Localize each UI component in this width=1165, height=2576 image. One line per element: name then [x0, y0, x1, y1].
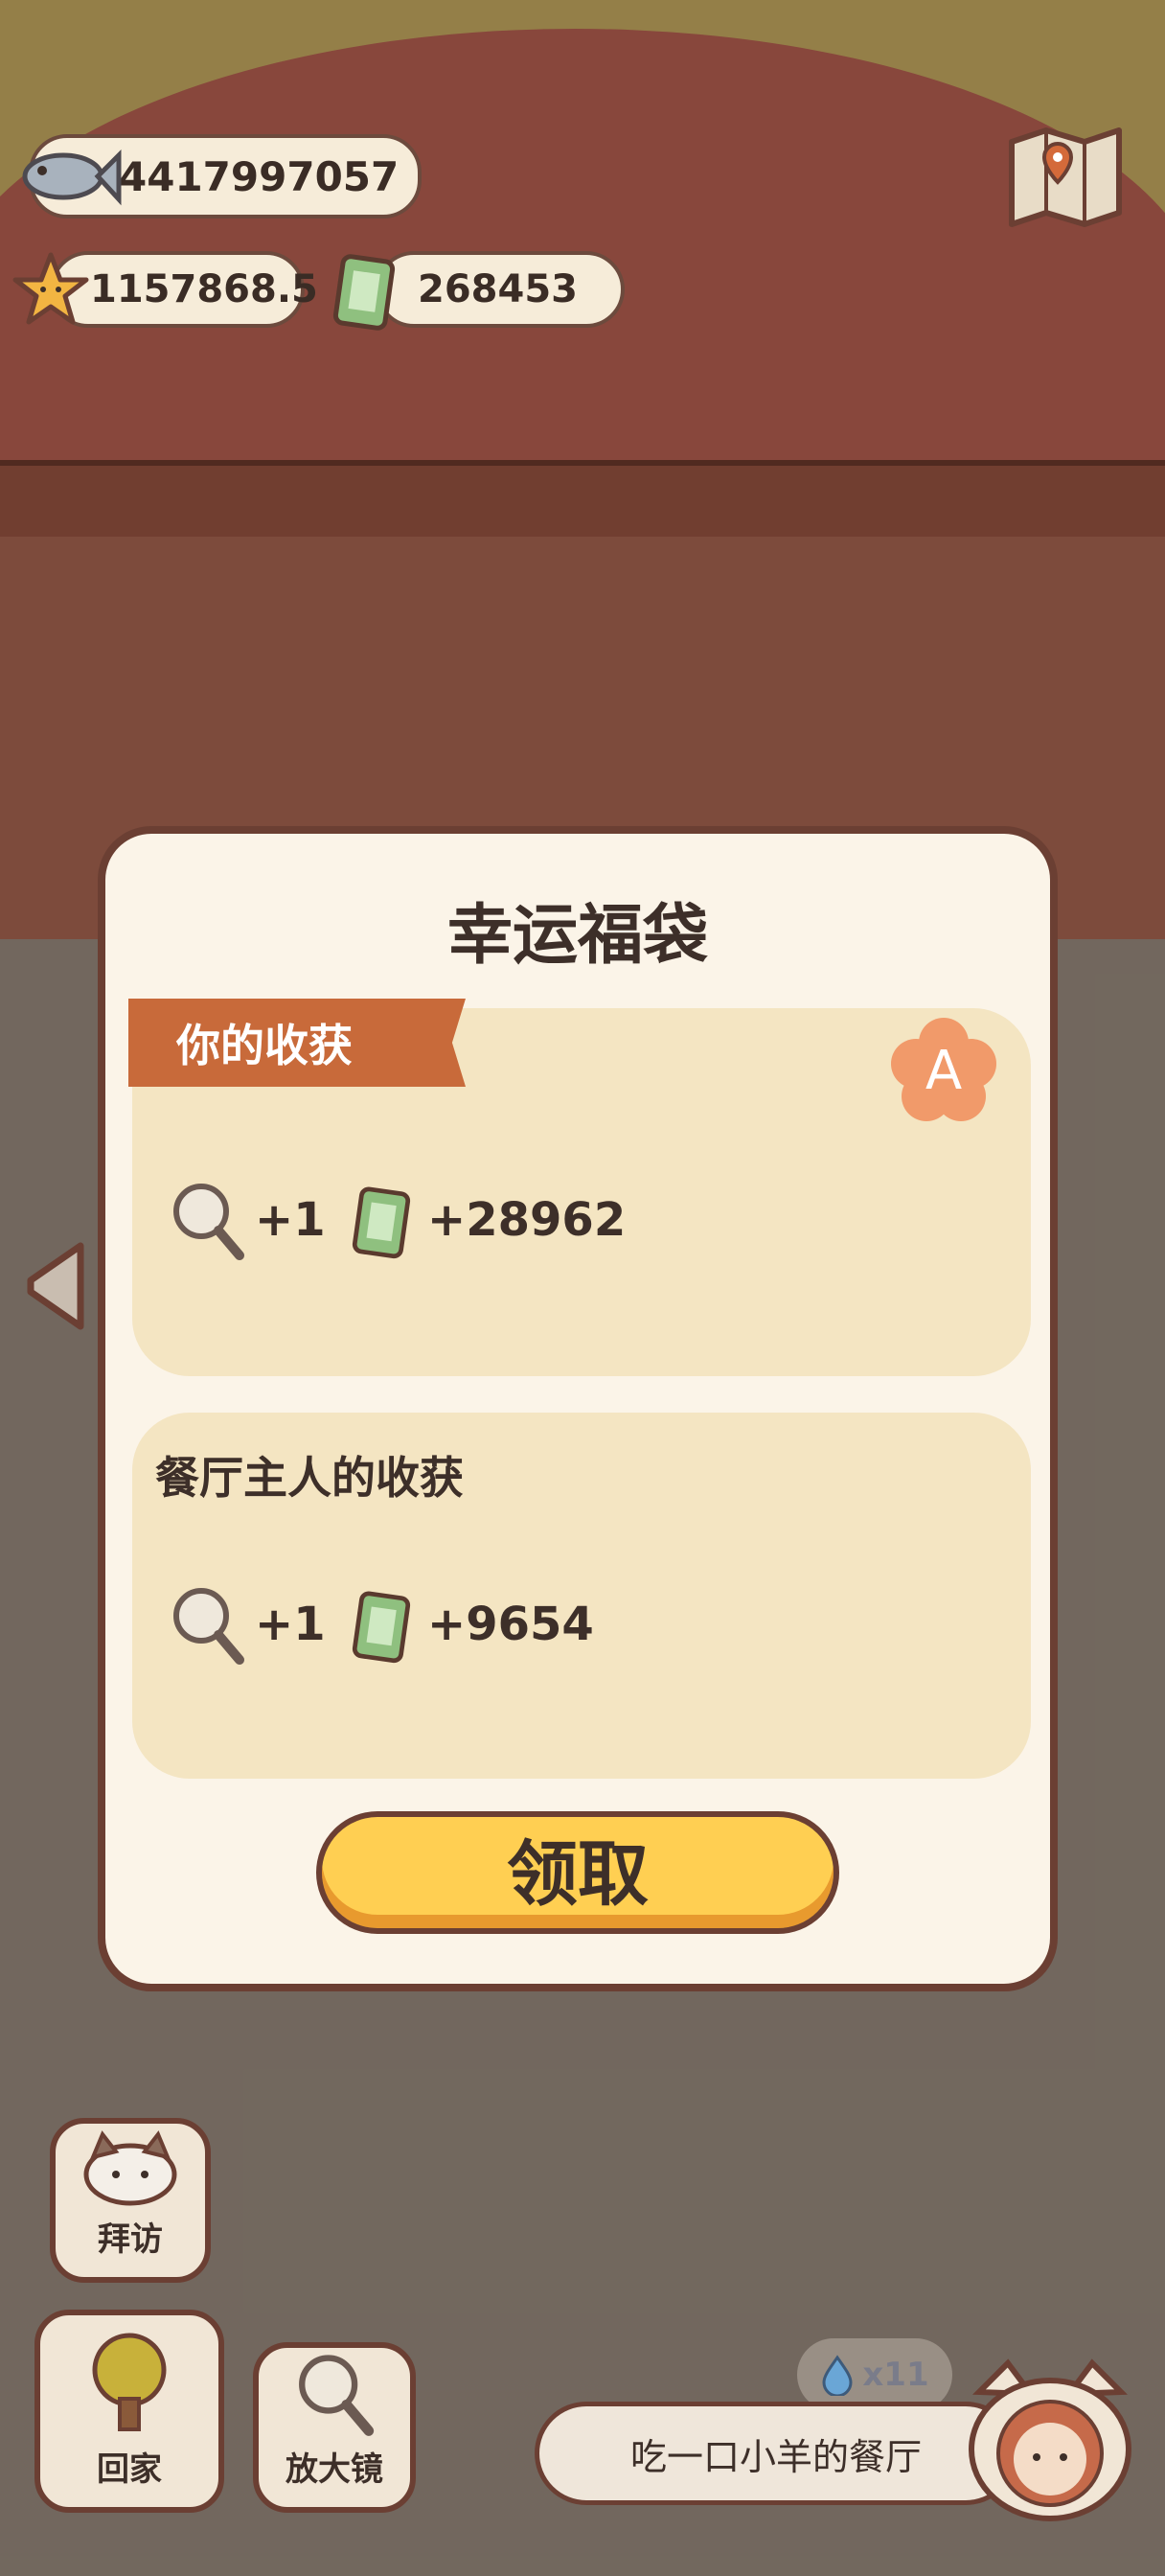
cat-face-icon: [83, 2130, 177, 2206]
can-icon: [332, 254, 396, 331]
water-count: x11: [862, 2356, 929, 2394]
previous-arrow-icon[interactable]: [21, 1238, 90, 1334]
grade-letter: A: [925, 1040, 962, 1102]
restaurant-name: 吃一口小羊的餐厅: [629, 2435, 922, 2478]
magnifier-button[interactable]: 放大镜: [253, 2342, 416, 2513]
owner-avatar[interactable]: [960, 2354, 1140, 2526]
reward-item: +9654: [343, 1581, 594, 1668]
dialog-title: 幸运福袋: [446, 898, 708, 974]
reward-item: +28962: [343, 1177, 626, 1263]
star-value: 1157868.5: [90, 267, 318, 311]
can-icon: [352, 1591, 411, 1664]
home-button[interactable]: 回家: [34, 2310, 224, 2513]
visit-button[interactable]: 拜访: [50, 2118, 211, 2283]
reward-item: +1: [167, 1581, 326, 1668]
claim-label: 领取: [507, 1832, 649, 1916]
grade-badge: A: [891, 1018, 996, 1121]
restaurant-name-bar[interactable]: 吃一口小羊的餐厅: [535, 2402, 1017, 2505]
reward-value: +28962: [427, 1193, 627, 1247]
your-rewards-label: 你的收获: [176, 1020, 353, 1071]
reward-value: +9654: [427, 1598, 594, 1651]
tree-icon: [92, 2333, 167, 2431]
owner-rewards-label: 餐厅主人的收获: [155, 1452, 464, 1504]
fish-value: 4417997057: [119, 152, 400, 200]
star-icon: [12, 252, 89, 325]
magnifier-label: 放大镜: [286, 2450, 383, 2489]
water-counter: x11: [797, 2338, 952, 2411]
magnifier-icon: [173, 1588, 244, 1665]
fish-icon: [22, 149, 122, 206]
reward-item: +1: [167, 1177, 326, 1263]
reward-value: +1: [255, 1598, 326, 1651]
water-drop-icon: [822, 2355, 853, 2396]
owner-rewards-card: 餐厅主人的收获 +1 +9654: [132, 1413, 1031, 1779]
magnifier-icon: [299, 2355, 375, 2436]
claim-button[interactable]: 领取: [316, 1811, 839, 1934]
can-icon: [352, 1186, 411, 1259]
visit-label: 拜访: [98, 2220, 163, 2259]
cash-counter: 268453: [376, 251, 625, 328]
your-rewards-banner: 你的收获: [128, 999, 466, 1087]
magnifier-icon: [173, 1184, 244, 1260]
home-label: 回家: [97, 2450, 162, 2489]
reward-value: +1: [255, 1193, 326, 1247]
cash-value: 268453: [418, 267, 578, 311]
map-icon[interactable]: [1006, 123, 1125, 228]
